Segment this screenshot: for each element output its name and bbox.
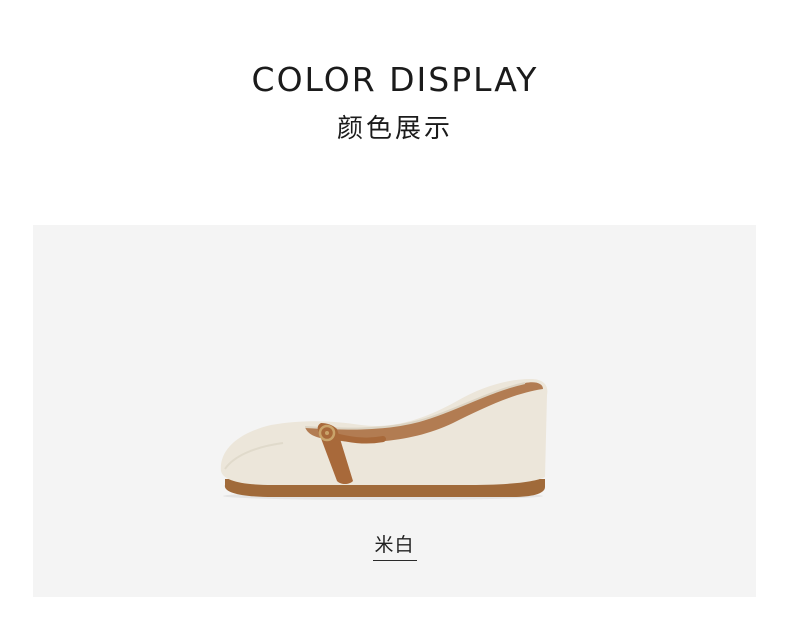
color-name-label: 米白 [374,534,415,556]
page-title-en: COLOR DISPLAY [251,60,539,99]
product-color-panel: 米白 [33,225,756,597]
color-label-underline [373,560,417,561]
page-title-cn: 颜色展示 [336,114,453,144]
shoe-image [220,379,548,500]
